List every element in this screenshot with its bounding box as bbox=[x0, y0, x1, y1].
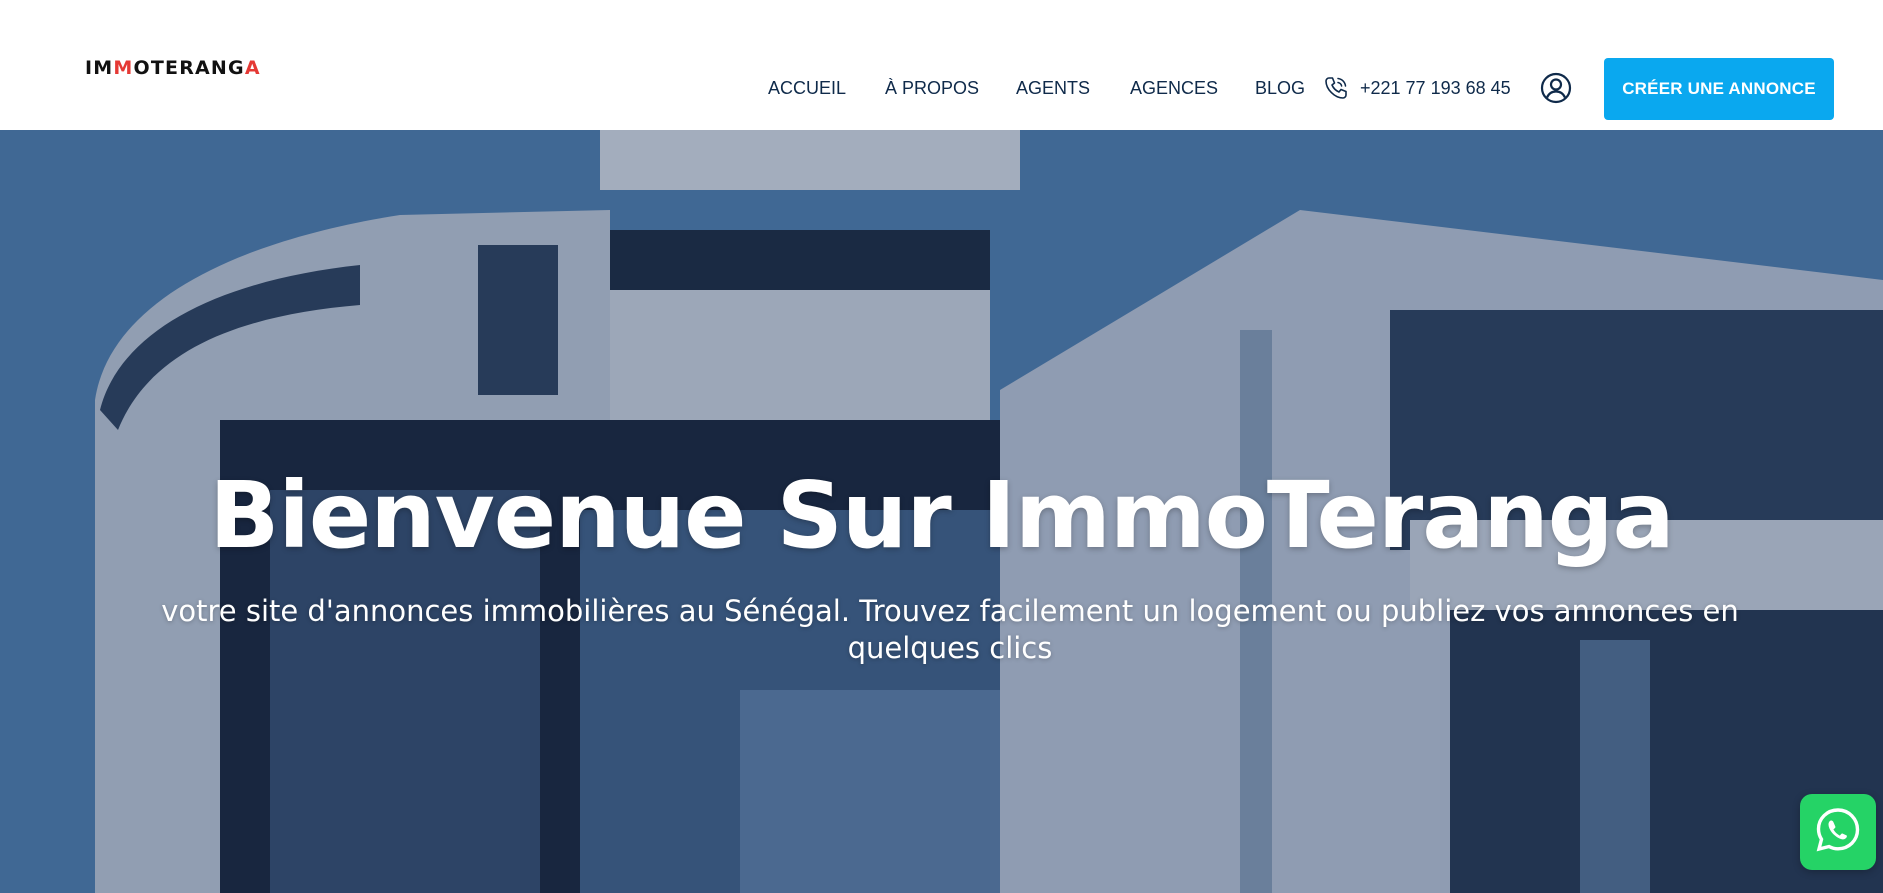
logo-accent-1: M bbox=[113, 57, 134, 79]
create-listing-button[interactable]: CRÉER UNE ANNONCE bbox=[1604, 58, 1834, 120]
logo-part-2: OTERANG bbox=[133, 57, 245, 79]
whatsapp-button[interactable] bbox=[1800, 794, 1876, 870]
nav-item-a-propos[interactable]: À PROPOS bbox=[885, 78, 979, 99]
nav-item-blog[interactable]: BLOG bbox=[1255, 78, 1305, 99]
hero-title: Bienvenue Sur ImmoTeranga bbox=[209, 462, 1674, 569]
phone-number: +221 77 193 68 45 bbox=[1360, 77, 1511, 98]
user-circle-icon[interactable] bbox=[1540, 72, 1572, 104]
phone-icon bbox=[1322, 74, 1350, 102]
nav-item-agents[interactable]: AGENTS bbox=[1016, 78, 1090, 99]
hero-section: Bienvenue Sur ImmoTeranga votre site d'a… bbox=[0, 130, 1883, 893]
phone-link[interactable]: +221 77 193 68 45 bbox=[1322, 73, 1511, 103]
nav-item-accueil[interactable]: ACCUEIL bbox=[768, 78, 846, 99]
whatsapp-icon bbox=[1811, 803, 1865, 862]
hero-subtitle: votre site d'annonces immobilières au Sé… bbox=[161, 594, 1739, 665]
logo-accent-2: A bbox=[244, 57, 261, 79]
site-header: IMMOTERANGA ACCUEIL À PROPOS AGENTS AGEN… bbox=[0, 0, 1883, 130]
logo-part-1: IM bbox=[85, 57, 114, 79]
main-nav: ACCUEIL À PROPOS AGENTS AGENCES BLOG bbox=[0, 78, 1883, 98]
logo[interactable]: IMMOTERANGA bbox=[85, 57, 261, 79]
nav-item-agences[interactable]: AGENCES bbox=[1130, 78, 1218, 99]
